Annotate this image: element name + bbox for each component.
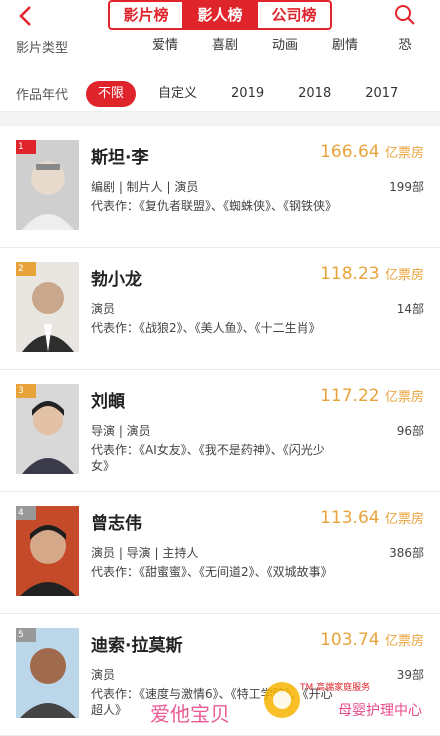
year-chip[interactable]: 2018: [286, 80, 344, 107]
genre-chip[interactable]: 恐: [380, 33, 430, 59]
box-office-value: 166.64: [320, 142, 380, 162]
work-count: 199部: [389, 180, 424, 194]
genre-chip[interactable]: 不限: [80, 33, 130, 59]
chevron-left-icon: [19, 6, 31, 26]
list-item[interactable]: 1 斯坦·李 166.64 亿票房 编剧 | 制片人 | 演员 199部 代表作…: [0, 126, 440, 248]
work-count: 14部: [396, 302, 424, 316]
genre-chip[interactable]: 动画: [260, 33, 310, 59]
representative-works: 代表作：《AI女友》、《我不是药神》、《闪光少女》: [91, 443, 325, 473]
back-button[interactable]: [12, 2, 40, 30]
box-office-value: 117.22: [320, 386, 380, 406]
genre-chip[interactable]: 喜剧: [200, 33, 250, 59]
person-name: 斯坦·李: [91, 148, 149, 168]
genre-chip[interactable]: 爱情: [140, 33, 190, 59]
top-nav: 影片榜 影人榜 公司榜: [0, 0, 440, 32]
representative-works: 代表作：《战狼2》、《美人鱼》、《十二生肖》: [91, 321, 321, 335]
watermark: 爱他宝贝 TM 高端家庭服务 母婴护理中心: [150, 678, 440, 726]
work-count: 96部: [396, 424, 424, 438]
box-office-unit: 亿票房: [384, 390, 424, 405]
rank-badge: 4: [16, 506, 36, 520]
box-office-value: 118.23: [320, 264, 380, 284]
rank-number: 5: [18, 630, 24, 640]
watermark-brand: 爱他宝贝: [150, 702, 230, 726]
list-item[interactable]: 3 刘頔 117.22 亿票房 导演 | 演员 96部 代表作：《AI女友》、《…: [0, 370, 440, 492]
tab-movies[interactable]: 影片榜: [110, 2, 182, 28]
list-item[interactable]: 2 勃小龙 118.23 亿票房 演员 14部 代表作：《战狼2》、《美人鱼》、…: [0, 248, 440, 370]
watermark-service: 母婴护理中心: [338, 703, 422, 719]
ranking-tabs: 影片榜 影人榜 公司榜: [108, 0, 332, 30]
person-roles: 导演 | 演员: [91, 424, 151, 438]
genre-filter-label: 影片类型: [16, 40, 69, 56]
rank-badge: 1: [16, 140, 36, 154]
person-name: 迪索·拉莫斯: [91, 636, 183, 656]
genre-filter: 影片类型 不限 爱情 喜剧 动画 剧情 恐: [0, 32, 440, 60]
box-office: 166.64 亿票房: [320, 142, 424, 162]
person-name: 勃小龙: [91, 270, 142, 290]
rank-number: 1: [18, 142, 24, 152]
representative-works: 代表作：《甜蜜蜜》、《无间道2》、《双城故事》: [91, 565, 333, 579]
year-chip[interactable]: 2019: [219, 80, 277, 107]
box-office-unit: 亿票房: [384, 512, 424, 527]
person-name: 曾志伟: [91, 514, 142, 534]
section-divider: [0, 112, 440, 126]
box-office-value: 113.64: [320, 508, 380, 528]
representative-works: 代表作：《复仇者联盟》、《蜘蛛侠》、《钢铁侠》: [91, 199, 338, 213]
genre-chip[interactable]: 剧情: [320, 33, 370, 59]
box-office: 113.64 亿票房: [320, 508, 424, 528]
year-chip[interactable]: 2017: [353, 80, 411, 107]
person-roles: 编剧 | 制片人 | 演员: [91, 180, 199, 194]
tab-people[interactable]: 影人榜: [182, 2, 256, 28]
person-roles: 演员 | 导演 | 主持人: [91, 546, 199, 560]
box-office: 103.74 亿票房: [320, 630, 424, 650]
person-roles: 演员: [91, 302, 116, 316]
box-office-unit: 亿票房: [384, 146, 424, 161]
year-chip[interactable]: 不限: [86, 80, 137, 107]
person-name: 刘頔: [91, 392, 125, 412]
list-item[interactable]: 4 曾志伟 113.64 亿票房 演员 | 导演 | 主持人 386部 代表作：…: [0, 492, 440, 614]
year-filter-label: 作品年代: [16, 88, 69, 103]
box-office: 117.22 亿票房: [320, 386, 424, 406]
rank-badge: 5: [16, 628, 36, 642]
box-office-unit: 亿票房: [384, 268, 424, 283]
tab-companies[interactable]: 公司榜: [256, 2, 330, 28]
box-office: 118.23 亿票房: [320, 264, 424, 284]
watermark-logo-icon: [264, 682, 300, 718]
box-office-value: 103.74: [320, 630, 380, 650]
year-chip[interactable]: 自定义: [146, 80, 210, 107]
watermark-tagline: TM 高端家庭服务: [300, 683, 371, 693]
rank-number: 2: [18, 264, 24, 274]
box-office-unit: 亿票房: [384, 634, 424, 649]
rank-number: 4: [18, 508, 24, 518]
rank-badge: 3: [16, 384, 36, 398]
search-button[interactable]: [394, 4, 416, 26]
year-filter: 作品年代 不限 自定义 2019 2018 2017: [0, 76, 440, 112]
search-icon: [395, 5, 415, 25]
person-roles: 演员: [91, 668, 116, 682]
rank-number: 3: [18, 386, 24, 396]
work-count: 386部: [389, 546, 424, 560]
people-ranking-list: 1 斯坦·李 166.64 亿票房 编剧 | 制片人 | 演员 199部 代表作…: [0, 126, 440, 736]
rank-badge: 2: [16, 262, 36, 276]
